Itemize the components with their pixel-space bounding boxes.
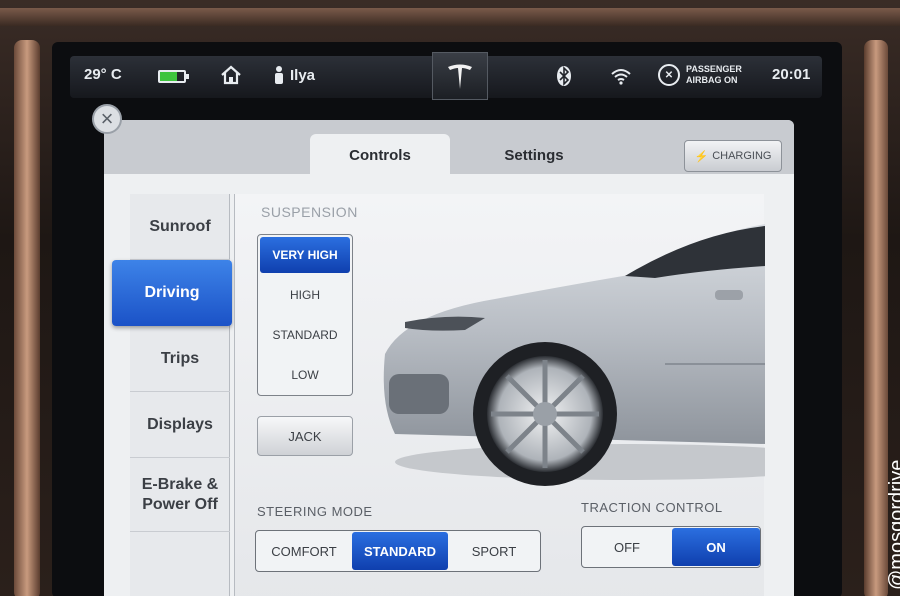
car-illustration [383, 224, 765, 486]
steering-standard[interactable]: STANDARD [352, 532, 448, 570]
trim-right [864, 40, 888, 596]
temperature: 29° C [84, 66, 122, 83]
status-bar: 29° C Ilya ✕ PASSENGER AIRBAG ON 20:01 [70, 52, 822, 100]
wifi-icon[interactable] [610, 67, 632, 85]
traction-control-label: TRACTION CONTROL [581, 500, 723, 515]
touchscreen: 29° C Ilya ✕ PASSENGER AIRBAG ON 20:01 ×… [52, 42, 842, 596]
sidebar-item-sunroof[interactable]: Sunroof [130, 194, 230, 260]
sidebar-item-driving[interactable]: Driving [112, 260, 232, 326]
airbag-icon: ✕ [658, 64, 680, 86]
suspension-selector: VERY HIGH HIGH STANDARD LOW [257, 234, 353, 396]
steering-mode-label: STEERING MODE [257, 504, 373, 519]
traction-control-selector: OFF ON [581, 526, 761, 568]
traction-on[interactable]: ON [672, 528, 760, 566]
tesla-logo[interactable] [432, 52, 488, 100]
bluetooth-icon[interactable] [556, 65, 572, 87]
close-icon[interactable]: × [92, 104, 122, 134]
charging-button[interactable]: ⚡ CHARGING [684, 140, 782, 172]
trim-left [14, 40, 40, 596]
user-icon [275, 66, 283, 84]
watermark: @mosgordrive [886, 459, 900, 590]
user-profile[interactable]: Ilya [274, 66, 315, 84]
controls-panel: Controls Settings ⚡ CHARGING Sunroof Dri… [104, 120, 794, 596]
battery-icon [158, 70, 189, 83]
sidebar-item-displays[interactable]: Displays [130, 392, 230, 458]
sidebar-item-trips[interactable]: Trips [130, 326, 230, 392]
tab-bar: Controls Settings ⚡ CHARGING [104, 120, 794, 176]
suspension-very-high[interactable]: VERY HIGH [260, 237, 350, 273]
jack-button[interactable]: JACK [257, 416, 353, 456]
suspension-high[interactable]: HIGH [258, 275, 352, 315]
driving-settings: SUSPENSION VERY HIGH HIGH STANDARD LOW J… [234, 194, 765, 596]
sidebar-item-ebrake[interactable]: E-Brake & Power Off [130, 458, 230, 532]
airbag-status: ✕ PASSENGER AIRBAG ON [658, 64, 742, 86]
suspension-low[interactable]: LOW [258, 355, 352, 395]
suspension-label: SUSPENSION [261, 204, 358, 220]
tab-controls[interactable]: Controls [310, 134, 450, 176]
steering-sport[interactable]: SPORT [448, 531, 540, 571]
suspension-standard[interactable]: STANDARD [258, 315, 352, 355]
lightning-icon: ⚡ [694, 150, 709, 163]
content-area: Sunroof Driving Trips Displays E-Brake &… [104, 174, 794, 596]
home-icon[interactable] [220, 65, 242, 85]
steering-comfort[interactable]: COMFORT [256, 531, 352, 571]
sidebar: Sunroof Driving Trips Displays E-Brake &… [112, 194, 232, 596]
tab-settings[interactable]: Settings [464, 134, 604, 176]
traction-off[interactable]: OFF [582, 527, 672, 567]
steering-mode-selector: COMFORT STANDARD SPORT [255, 530, 541, 572]
clock: 20:01 [772, 66, 811, 83]
trim-top [0, 8, 900, 26]
